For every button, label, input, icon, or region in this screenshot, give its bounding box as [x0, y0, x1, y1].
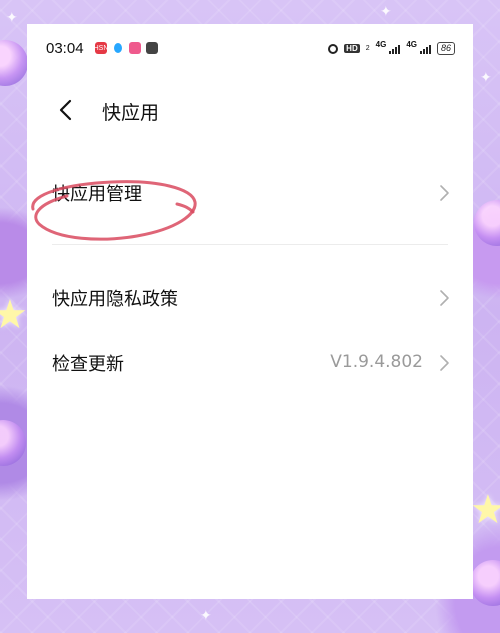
- phone-screen: 03:04 HSN HD 2 4G 4G 86 快应用 快应用管理 快应用隐私政…: [27, 24, 473, 599]
- status-time: 03:04: [46, 40, 84, 57]
- network-type-2: 4G: [406, 40, 417, 49]
- signal-icon: [389, 44, 401, 54]
- sim-number: 2: [365, 45, 370, 52]
- version-value: V1.9.4.802: [330, 352, 423, 372]
- hd-badge: HD: [344, 44, 360, 53]
- signal-icon: [419, 44, 431, 54]
- wallpaper-heart-decoration: [474, 200, 500, 246]
- chevron-right-icon: [440, 290, 449, 306]
- app-gray-icon: [146, 42, 158, 54]
- wallpaper-sparkle-decoration: ✦: [6, 10, 18, 26]
- menu-item-label: 快应用管理: [52, 184, 142, 205]
- network-type-1: 4G: [375, 40, 387, 49]
- wallpaper-heart-decoration: [0, 40, 28, 86]
- notification-icons: HSN: [94, 42, 158, 54]
- chevron-left-icon: [59, 99, 72, 121]
- wallpaper-sparkle-decoration: ✦: [480, 70, 492, 86]
- wallpaper-sparkle-decoration: ✦: [200, 608, 212, 624]
- status-indicators: HD 2 4G 4G 86: [328, 40, 455, 55]
- wallpaper-heart-decoration: [0, 420, 26, 466]
- section-divider: [52, 244, 448, 245]
- chevron-right-icon: [440, 355, 449, 371]
- chevron-right-icon: [440, 185, 449, 201]
- back-button[interactable]: [53, 96, 81, 124]
- menu-item-quick-app-management[interactable]: 快应用管理: [27, 163, 473, 223]
- menu-item-check-update[interactable]: 检查更新 V1.9.4.802: [27, 333, 473, 393]
- menu-item-privacy-policy[interactable]: 快应用隐私政策: [27, 268, 473, 328]
- wallpaper-star-decoration: ★: [0, 292, 28, 338]
- qq-icon: [112, 42, 124, 54]
- status-bar: 03:04 HSN HD 2 4G 4G 86: [27, 24, 473, 72]
- app-red-icon: HSN: [94, 42, 108, 54]
- alarm-icon: [328, 43, 339, 54]
- battery-icon: 86: [436, 42, 455, 55]
- menu-item-label: 检查更新: [52, 354, 124, 375]
- wallpaper-heart-decoration: [470, 560, 500, 606]
- wallpaper-star-decoration: ★: [470, 487, 500, 533]
- app-pink-icon: [129, 42, 141, 54]
- page-title: 快应用: [102, 102, 160, 124]
- menu-item-label: 快应用隐私政策: [52, 289, 178, 310]
- navigation-bar: 快应用: [27, 84, 473, 134]
- wallpaper-sparkle-decoration: ✦: [380, 4, 392, 20]
